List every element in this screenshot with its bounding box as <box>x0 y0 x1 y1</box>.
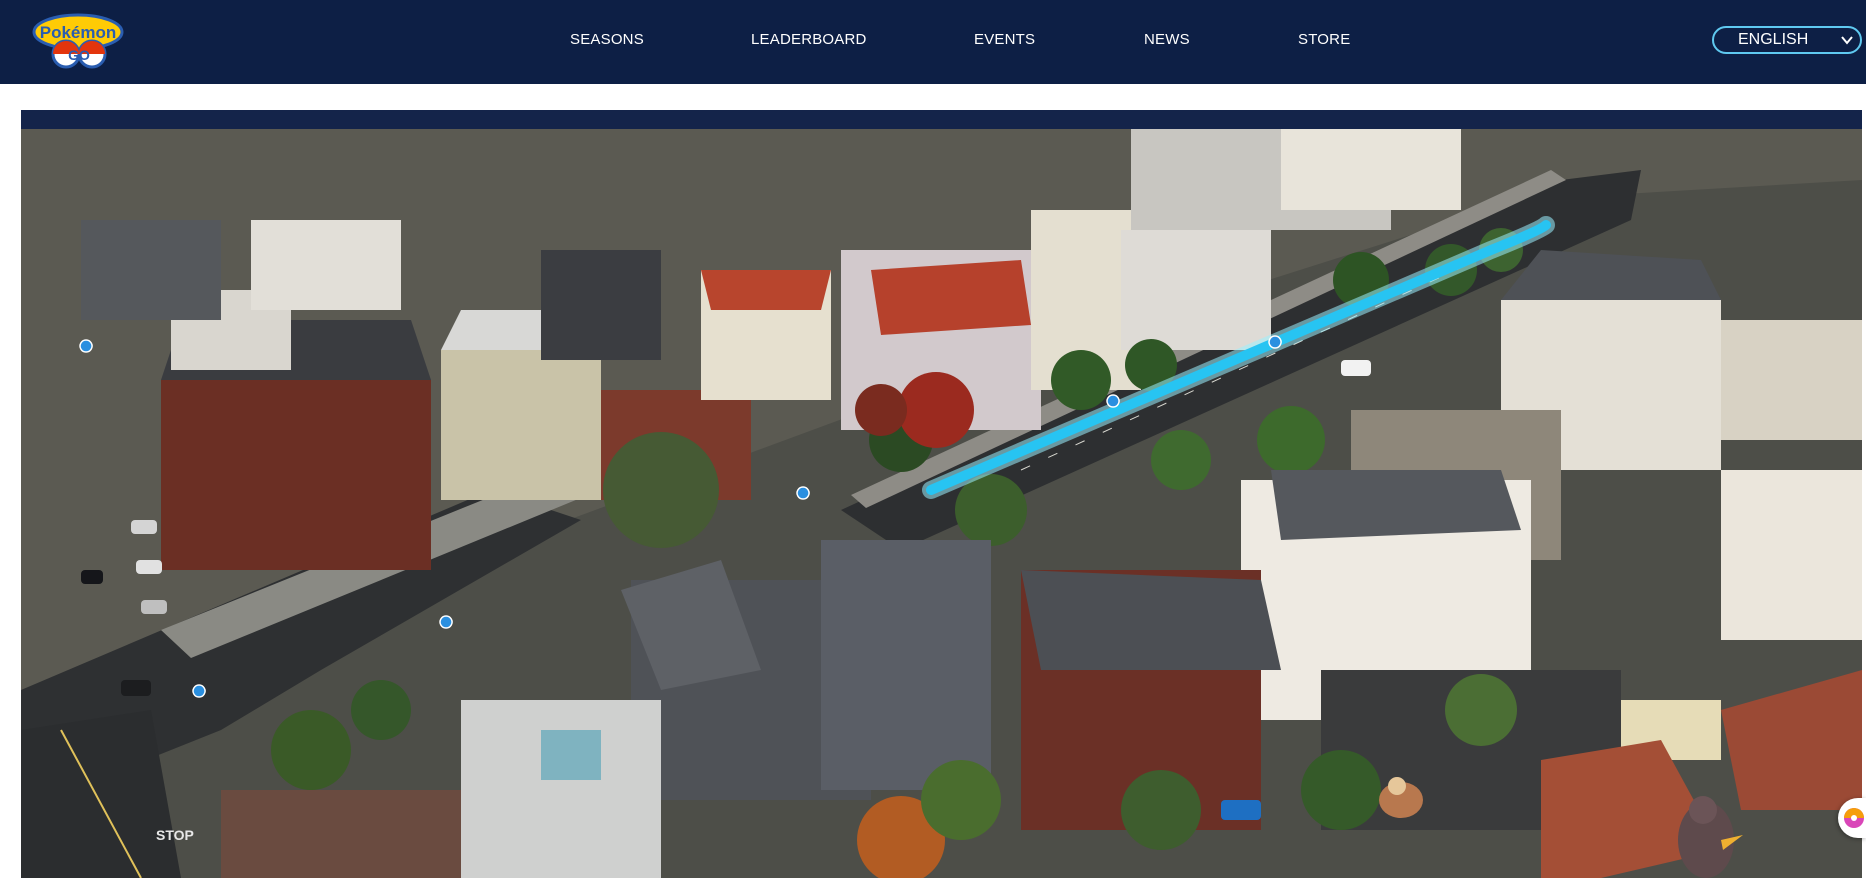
logo-text-bottom: GO <box>68 47 90 63</box>
nav-seasons[interactable]: SEASONS <box>570 31 644 48</box>
nav-leaderboard[interactable]: LEADERBOARD <box>751 31 867 48</box>
logo-icon: Pokémon GO <box>32 13 124 69</box>
nav-news[interactable]: NEWS <box>1144 31 1190 48</box>
logo-text-top: Pokémon <box>40 23 117 42</box>
nav-events[interactable]: EVENTS <box>974 31 1035 48</box>
language-select-value: ENGLISH <box>1738 31 1809 48</box>
pokemon-go-logo[interactable]: Pokémon GO <box>30 8 126 70</box>
site-header: Pokémon GO SEASONS LEADERBOARD EVENTS NE… <box>0 0 1866 84</box>
hero-top-band <box>21 110 1862 129</box>
floating-side-widget[interactable] <box>1838 798 1866 838</box>
pokeball-icon <box>1844 808 1864 828</box>
street-stop-text: STOP <box>156 827 194 843</box>
chevron-down-icon <box>1841 36 1853 45</box>
flat-roof-building <box>461 700 661 878</box>
aerial-neighborhood-scene: STOP <box>21 110 1862 878</box>
nav-store[interactable]: STORE <box>1298 31 1350 48</box>
hero-aerial-image: STOP <box>21 110 1862 878</box>
language-select[interactable]: ENGLISH <box>1712 26 1862 54</box>
